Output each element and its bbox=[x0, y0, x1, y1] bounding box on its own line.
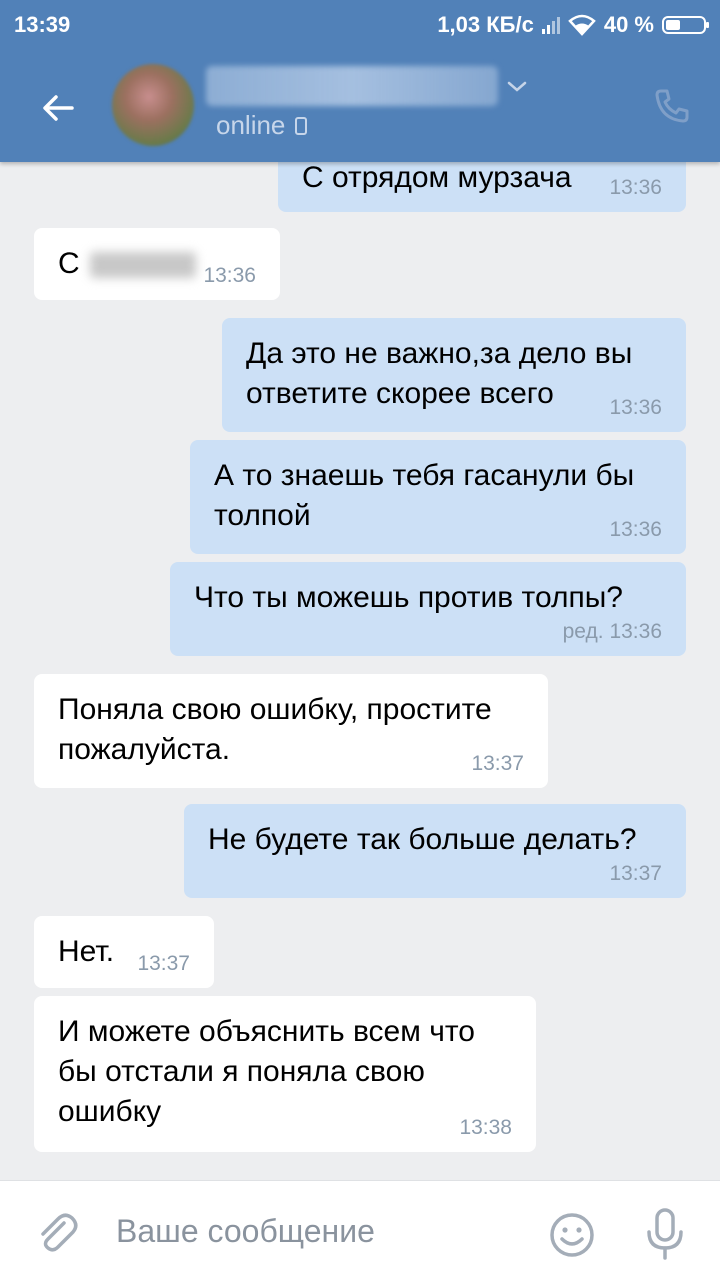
wifi-icon bbox=[568, 14, 596, 36]
message-text: Не будете так больше делать? bbox=[208, 823, 637, 856]
message-outgoing[interactable]: Да это не важно,за дело вы ответите скор… bbox=[222, 318, 686, 432]
message-time: 13:38 bbox=[459, 1116, 512, 1139]
message-outgoing[interactable]: А то знаешь тебя гасанули бы толпой 13:3… bbox=[190, 440, 686, 554]
message-time: 13:36 bbox=[609, 396, 662, 419]
message-composer: Ваше сообщение bbox=[0, 1180, 720, 1281]
paperclip-icon[interactable] bbox=[34, 1209, 80, 1255]
status-time: 13:39 bbox=[14, 12, 71, 37]
message-input[interactable]: Ваше сообщение bbox=[116, 1213, 375, 1250]
chevron-down-icon[interactable] bbox=[506, 80, 528, 94]
message-text: А то знаешь тебя гасанули бы толпой bbox=[214, 459, 635, 532]
battery-percent: 40 % bbox=[603, 12, 654, 37]
message-outgoing[interactable]: Что ты можешь против толпы? ред. 13:36 bbox=[170, 562, 686, 656]
message-time: 13:36 bbox=[203, 264, 256, 287]
app-header: 13:39 1,03 КБ/с 40 % online bbox=[0, 0, 720, 162]
online-status: online bbox=[216, 110, 308, 141]
message-time: 13:37 bbox=[609, 862, 662, 885]
online-status-text: online bbox=[216, 110, 286, 140]
message-time: 13:37 bbox=[471, 752, 524, 775]
message-time: 13:36 bbox=[609, 518, 662, 541]
message-outgoing[interactable]: Не будете так больше делать? 13:37 bbox=[184, 804, 686, 898]
message-text: И можете объяснить всем что бы отстали я… bbox=[58, 1015, 475, 1128]
battery-icon bbox=[662, 16, 709, 34]
message-time: 13:37 bbox=[137, 952, 190, 975]
back-arrow-icon[interactable] bbox=[36, 86, 80, 130]
signal-icon bbox=[541, 16, 560, 34]
message-incoming[interactable]: Нет. 13:37 bbox=[34, 916, 214, 988]
message-text-visible: С bbox=[58, 247, 80, 280]
message-text: С отрядом мурзача bbox=[302, 162, 572, 194]
smile-icon[interactable] bbox=[548, 1211, 596, 1259]
message-time: 13:36 bbox=[609, 176, 662, 199]
network-speed: 1,03 КБ/с bbox=[437, 12, 534, 37]
status-indicators: 1,03 КБ/с 40 % bbox=[437, 12, 709, 38]
message-text: Поняла свою ошибку, простите пожалуйста. bbox=[58, 693, 492, 766]
mobile-device-icon bbox=[295, 116, 308, 135]
message-incoming[interactable]: С 13:36 bbox=[34, 228, 280, 300]
contact-name-redacted[interactable] bbox=[206, 66, 498, 106]
message-list[interactable]: С отрядом мурзача 13:36 С 13:36 Да это н… bbox=[0, 162, 720, 1180]
microphone-icon[interactable] bbox=[642, 1207, 688, 1261]
message-outgoing[interactable]: С отрядом мурзача 13:36 bbox=[278, 162, 686, 212]
status-bar: 13:39 1,03 КБ/с 40 % bbox=[0, 0, 720, 50]
message-incoming[interactable]: И можете объяснить всем что бы отстали я… bbox=[34, 996, 536, 1152]
message-incoming[interactable]: Поняла свою ошибку, простите пожалуйста.… bbox=[34, 674, 548, 788]
message-text: Да это не важно,за дело вы ответите скор… bbox=[246, 337, 633, 410]
message-time-edited: ред. 13:36 bbox=[562, 620, 662, 643]
contact-avatar[interactable] bbox=[112, 64, 194, 146]
message-text: Что ты можешь против толпы? bbox=[194, 581, 623, 614]
phone-call-icon[interactable] bbox=[652, 86, 692, 126]
redacted-word bbox=[89, 252, 196, 279]
